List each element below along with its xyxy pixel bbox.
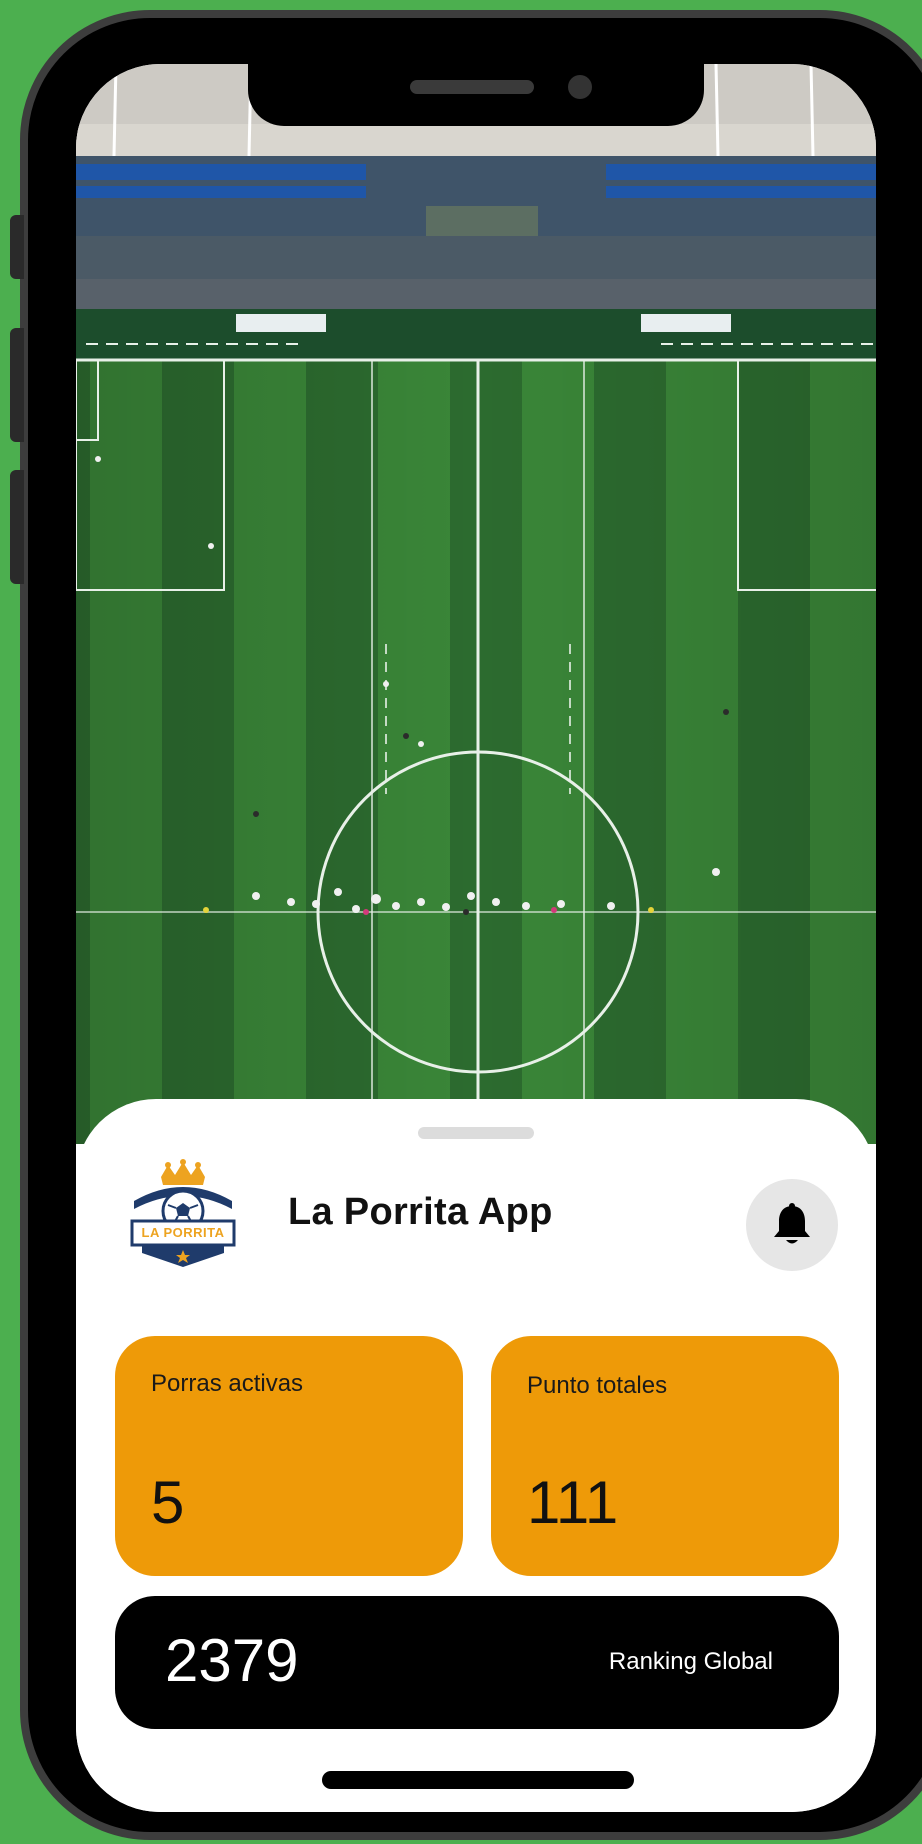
total-points-label: Punto totales xyxy=(527,1372,668,1399)
logo-text: LA PORRITA xyxy=(141,1225,225,1240)
global-ranking-value: 2379 xyxy=(165,1627,299,1694)
phone-volume-up-button xyxy=(10,328,24,442)
app-title: La Porrita App xyxy=(288,1191,553,1233)
front-camera xyxy=(568,75,592,99)
active-porras-label: Porras activas xyxy=(151,1370,304,1397)
home-indicator[interactable] xyxy=(322,1771,634,1789)
global-ranking-label: Ranking Global xyxy=(608,1648,773,1675)
global-ranking-card[interactable]: 2379 Ranking Global xyxy=(115,1596,839,1729)
bell-icon xyxy=(774,1203,810,1244)
notifications-button[interactable] xyxy=(746,1179,838,1271)
app-screen: LA PORRITA La Porrita App Porras activas… xyxy=(76,64,876,1812)
phone-side-button xyxy=(10,215,24,279)
total-points-card[interactable]: Punto totales 111 xyxy=(491,1336,839,1576)
total-points-value: 111 xyxy=(527,1469,619,1536)
active-porras-card[interactable]: Porras activas 5 xyxy=(115,1336,463,1576)
phone-notch xyxy=(248,64,704,126)
speaker-grille xyxy=(410,80,534,94)
sheet-drag-handle[interactable] xyxy=(418,1127,534,1139)
active-porras-value: 5 xyxy=(151,1469,185,1536)
soccer-ball-crown-shield-icon xyxy=(130,1159,236,1267)
bottom-sheet: LA PORRITA La Porrita App Porras activas… xyxy=(76,1099,876,1812)
stadium-aerial-image xyxy=(76,64,876,1144)
phone-volume-down-button xyxy=(10,470,24,584)
